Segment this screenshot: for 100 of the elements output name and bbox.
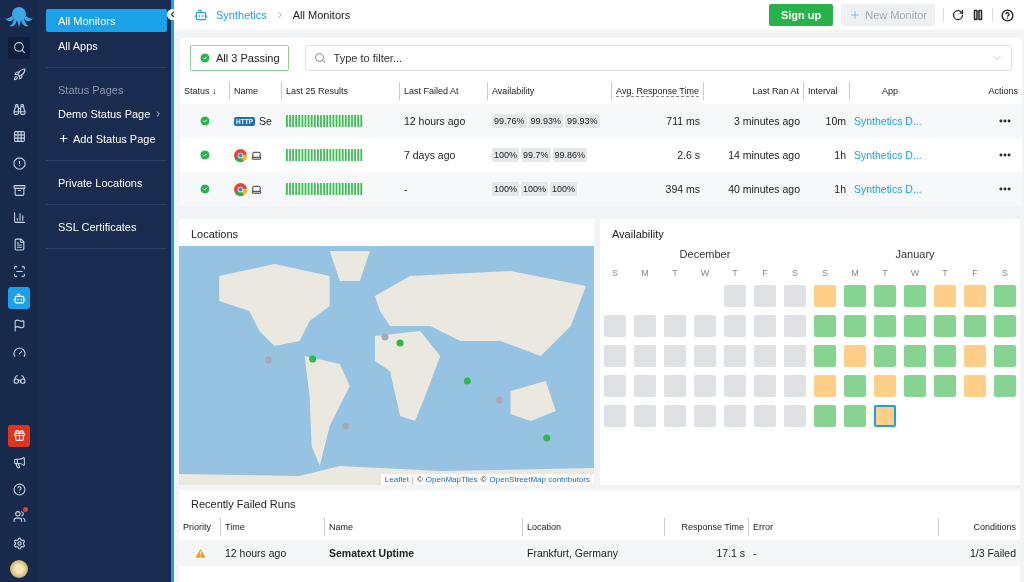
- calendar-day[interactable]: [754, 405, 776, 427]
- attribution-link[interactable]: OpenStreetMap contributors: [489, 475, 590, 484]
- availability-badge: 99.93%: [565, 114, 600, 128]
- calendar-day[interactable]: [724, 285, 746, 307]
- calendar-day[interactable]: [724, 405, 746, 427]
- calendar-day[interactable]: [634, 315, 656, 337]
- calendar-day[interactable]: [964, 345, 986, 367]
- calendar-day[interactable]: [904, 375, 926, 397]
- calendar-day[interactable]: [784, 375, 806, 397]
- calendar-day[interactable]: [664, 375, 686, 397]
- calendar-day[interactable]: [904, 315, 926, 337]
- column-header[interactable]: Priority: [179, 518, 221, 536]
- calendar-day[interactable]: [724, 375, 746, 397]
- calendar-day[interactable]: [604, 375, 626, 397]
- calendar-day[interactable]: [964, 315, 986, 337]
- calendar-day[interactable]: [604, 345, 626, 367]
- calendar-day[interactable]: [994, 285, 1016, 307]
- calendar-day[interactable]: [694, 315, 716, 337]
- calendar-day[interactable]: [844, 285, 866, 307]
- calendar-day[interactable]: [694, 405, 716, 427]
- calendar-day[interactable]: [754, 285, 776, 307]
- calendar-day[interactable]: [664, 405, 686, 427]
- calendar-day[interactable]: [784, 345, 806, 367]
- calendar-day[interactable]: [634, 345, 656, 367]
- calendar-day[interactable]: [994, 375, 1016, 397]
- column-header[interactable]: Response Time: [665, 518, 749, 536]
- nav-item[interactable]: Demo Status Page: [46, 102, 167, 125]
- column-header[interactable]: Availability: [488, 82, 612, 100]
- calendar-day[interactable]: [814, 315, 836, 337]
- column-header[interactable]: Avg. Response Time: [612, 82, 704, 100]
- calendar-day[interactable]: [934, 285, 956, 307]
- calendar-day[interactable]: [694, 375, 716, 397]
- calendar-day[interactable]: [934, 315, 956, 337]
- calendar-day[interactable]: [874, 405, 896, 427]
- nav-item[interactable]: All Apps: [46, 34, 167, 57]
- calendar-day[interactable]: [784, 315, 806, 337]
- calendar-day[interactable]: [994, 315, 1016, 337]
- help-icon[interactable]: [1001, 8, 1014, 22]
- calendar-day[interactable]: [604, 405, 626, 427]
- column-header[interactable]: Time: [221, 518, 325, 536]
- calendar-day[interactable]: [814, 285, 836, 307]
- calendar-day[interactable]: [664, 345, 686, 367]
- calendar-day[interactable]: [934, 345, 956, 367]
- column-header[interactable]: App: [850, 82, 930, 100]
- calendar-day[interactable]: [604, 315, 626, 337]
- pause-icon[interactable]: [972, 9, 984, 21]
- calendar-day[interactable]: [784, 405, 806, 427]
- column-header[interactable]: Last Ran At: [704, 82, 804, 100]
- avatar[interactable]: [10, 560, 28, 578]
- column-header[interactable]: Interval: [804, 82, 850, 100]
- calendar-day[interactable]: [634, 405, 656, 427]
- collapse-button[interactable]: [167, 9, 178, 20]
- monitor-name[interactable]: Se: [259, 115, 272, 127]
- calendar-day[interactable]: [754, 315, 776, 337]
- calendar-day[interactable]: [784, 285, 806, 307]
- leaflet-link[interactable]: Leaflet: [384, 475, 409, 484]
- calendar-day[interactable]: [964, 285, 986, 307]
- calendar-day[interactable]: [904, 285, 926, 307]
- passing-filter-button[interactable]: All 3 Passing: [190, 45, 289, 71]
- calendar-day[interactable]: [694, 345, 716, 367]
- calendar-day[interactable]: [994, 345, 1016, 367]
- nav-item[interactable]: Add Status Page: [46, 127, 167, 150]
- column-header[interactable]: Name: [230, 82, 282, 100]
- attribution-link[interactable]: OpenMapTiles: [425, 475, 478, 484]
- calendar-day[interactable]: [844, 375, 866, 397]
- calendar-day[interactable]: [874, 315, 896, 337]
- calendar-day[interactable]: [874, 345, 896, 367]
- calendar-day[interactable]: [934, 375, 956, 397]
- filter-field[interactable]: Type to filter...: [304, 45, 1012, 71]
- calendar-day[interactable]: [874, 375, 896, 397]
- calendar-day[interactable]: [754, 345, 776, 367]
- column-header[interactable]: Status ↓: [180, 82, 230, 100]
- column-header[interactable]: Last Failed At: [400, 82, 488, 100]
- column-header[interactable]: Actions: [930, 82, 1022, 100]
- gift-icon[interactable]: [8, 424, 30, 447]
- calendar-day[interactable]: [844, 405, 866, 427]
- calendar-day[interactable]: [814, 405, 836, 427]
- column-header[interactable]: Location: [523, 518, 665, 536]
- search-icon[interactable]: [8, 36, 30, 59]
- column-header[interactable]: Conditions: [939, 518, 1020, 536]
- calendar-day[interactable]: [964, 375, 986, 397]
- calendar-day[interactable]: [664, 315, 686, 337]
- calendar-day[interactable]: [844, 315, 866, 337]
- column-header[interactable]: Last 25 Results: [282, 82, 400, 100]
- calendar-day[interactable]: [724, 345, 746, 367]
- availability-badge: 99.86%: [552, 148, 588, 162]
- nav-item[interactable]: SSL Certificates: [46, 215, 167, 238]
- column-header[interactable]: Name: [325, 518, 523, 536]
- calendar-day[interactable]: [814, 375, 836, 397]
- nav-item[interactable]: Private Locations: [46, 171, 167, 194]
- calendar-day[interactable]: [874, 285, 896, 307]
- refresh-icon[interactable]: [952, 9, 964, 21]
- calendar-day[interactable]: [844, 345, 866, 367]
- column-header[interactable]: Error: [749, 518, 939, 536]
- calendar-day[interactable]: [814, 345, 836, 367]
- calendar-day[interactable]: [904, 345, 926, 367]
- calendar-day[interactable]: [634, 375, 656, 397]
- calendar-day[interactable]: [754, 375, 776, 397]
- robot-icon[interactable]: [8, 287, 30, 309]
- calendar-day[interactable]: [724, 315, 746, 337]
